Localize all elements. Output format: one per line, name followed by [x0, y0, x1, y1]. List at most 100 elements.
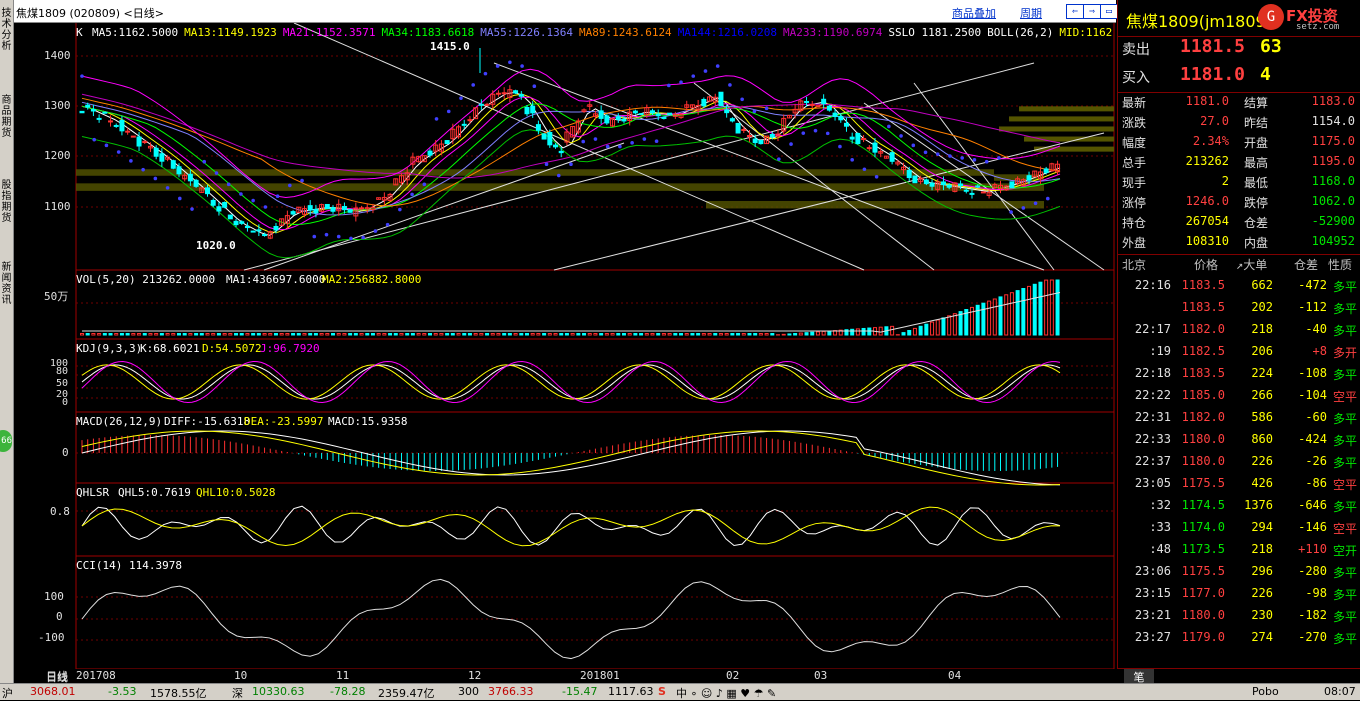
sar-dot — [899, 134, 903, 138]
overlay-commodity-link[interactable]: 商品叠加 — [952, 5, 996, 21]
sar-dot — [789, 142, 793, 146]
volume-bar — [919, 326, 922, 335]
candle-body — [981, 192, 985, 193]
stats-cell: 1168.0 — [1312, 174, 1355, 188]
candle-body — [228, 215, 232, 219]
stats-cell: 1195.0 — [1312, 154, 1355, 168]
badge-icon[interactable]: 66 — [0, 430, 12, 452]
quote-panel: 焦煤1809(jm1809) G FX投资 setz.com 卖出 1181.5… — [1117, 0, 1360, 669]
candle-body — [839, 116, 843, 119]
tick-cell: 296 — [1251, 564, 1273, 578]
candle-body — [103, 112, 107, 113]
volume-bar — [1050, 280, 1053, 335]
x-label-11: 11 — [336, 669, 349, 682]
sar-dot — [1022, 206, 1026, 210]
tick-cell: 294 — [1251, 520, 1273, 534]
x-label-04: 04 — [948, 669, 961, 682]
prev-arrow-icon[interactable]: ⇐ — [1066, 4, 1084, 19]
candle-body — [725, 110, 729, 113]
volume-bar — [571, 334, 574, 336]
tick-cell: 206 — [1251, 344, 1273, 358]
tick-cell: 1177.0 — [1182, 586, 1225, 600]
sar-dot — [190, 207, 194, 211]
tick-row: 22:221185.0266-104空平 — [1118, 386, 1360, 406]
sar-dot — [985, 160, 989, 164]
volume-bar — [674, 334, 677, 336]
candle-body — [496, 93, 500, 94]
volume-bar — [714, 334, 717, 336]
volume-bar — [645, 334, 648, 336]
volume-bar — [617, 334, 620, 336]
candle-body — [314, 209, 318, 212]
stats-cell: 总手 — [1122, 154, 1146, 171]
volume-bar — [640, 334, 643, 336]
volume-bar — [468, 334, 471, 336]
kdj-y-0: 0 — [62, 397, 68, 408]
candle-body — [514, 91, 518, 93]
tab-trades[interactable]: 笔 — [1124, 669, 1154, 683]
ma-legend-item: MA13:1149.1923 — [184, 26, 277, 39]
restore-icon[interactable]: ▭ — [1100, 4, 1118, 19]
tick-cell: -146 — [1298, 520, 1327, 534]
volume-bar — [132, 334, 135, 336]
sar-dot — [655, 139, 659, 143]
buy-price: 1181.0 — [1180, 64, 1245, 85]
stats-cell: 108310 — [1186, 234, 1229, 248]
tick-cell: +8 — [1313, 344, 1327, 358]
candle-body — [964, 190, 968, 191]
sar-dot — [850, 158, 854, 162]
volume-bar — [109, 334, 112, 336]
candle-body — [348, 210, 352, 213]
tab-commodity-futures[interactable]: 商品期货 — [0, 95, 13, 139]
sar-dot — [215, 171, 219, 175]
x-axis: 日线 201708 10 11 12 201801 02 03 04 — [14, 669, 1116, 683]
candle-body — [639, 114, 643, 115]
next-arrow-icon[interactable]: ⇒ — [1083, 4, 1101, 19]
volume-bar — [503, 334, 506, 336]
volume-bar — [560, 334, 563, 336]
volume-bar — [457, 334, 460, 336]
candle-body — [97, 118, 101, 119]
volume-bar — [628, 334, 631, 336]
period-link[interactable]: 周期 — [1020, 5, 1042, 21]
volume-bar — [708, 334, 711, 336]
sar-dot — [777, 157, 781, 161]
tab-index-futures[interactable]: 股指期货 — [0, 180, 13, 224]
chart-area[interactable]: K MA5:1162.5000MA13:1149.1923MA21:1152.3… — [14, 23, 1116, 669]
tab-technical-analysis[interactable]: 技术分析 — [0, 8, 13, 52]
volume-profile-band — [999, 126, 1114, 131]
candle-body — [833, 113, 837, 116]
candle-body — [519, 95, 523, 97]
volume-bar — [520, 334, 523, 336]
sar-dot — [166, 186, 170, 190]
tick-cell: -280 — [1298, 564, 1327, 578]
sell-label: 卖出 — [1122, 39, 1150, 59]
volume-bar — [474, 334, 477, 336]
tick-cell: 22:16 — [1135, 278, 1171, 292]
sar-dot — [80, 74, 84, 78]
tick-cell: 22:18 — [1135, 366, 1171, 380]
sar-dot — [312, 235, 316, 239]
stats-cell: -52900 — [1312, 214, 1355, 228]
sar-dot — [141, 168, 145, 172]
sar-dot — [606, 145, 610, 149]
ime-icon[interactable]: S — [658, 685, 666, 698]
stats-cell: 现手 — [1122, 174, 1146, 191]
stats-cell: 最低 — [1244, 174, 1268, 191]
stats-cell: 结算 — [1244, 94, 1268, 111]
y-tick-1200: 1200 — [44, 149, 71, 162]
tick-cell: 426 — [1251, 476, 1273, 490]
contract-name: 焦煤1809(jm1809) — [1126, 8, 1272, 32]
volume-bar — [400, 334, 403, 336]
volume-bar — [269, 334, 272, 336]
volume-bar — [411, 334, 414, 336]
stats-cell: 幅度 — [1122, 134, 1146, 151]
sz-change: -78.28 — [330, 685, 365, 698]
sar-dot — [227, 183, 231, 187]
candle-body — [240, 222, 244, 224]
stats-row: 持仓267054仓差-52900 — [1118, 212, 1360, 232]
order-book: 卖出 1181.5 63 买入 1181.0 4 — [1118, 36, 1360, 93]
volume-bar — [480, 334, 483, 336]
stats-cell: 2.34% — [1193, 134, 1229, 148]
tab-news[interactable]: 新闻资讯 — [0, 262, 13, 306]
